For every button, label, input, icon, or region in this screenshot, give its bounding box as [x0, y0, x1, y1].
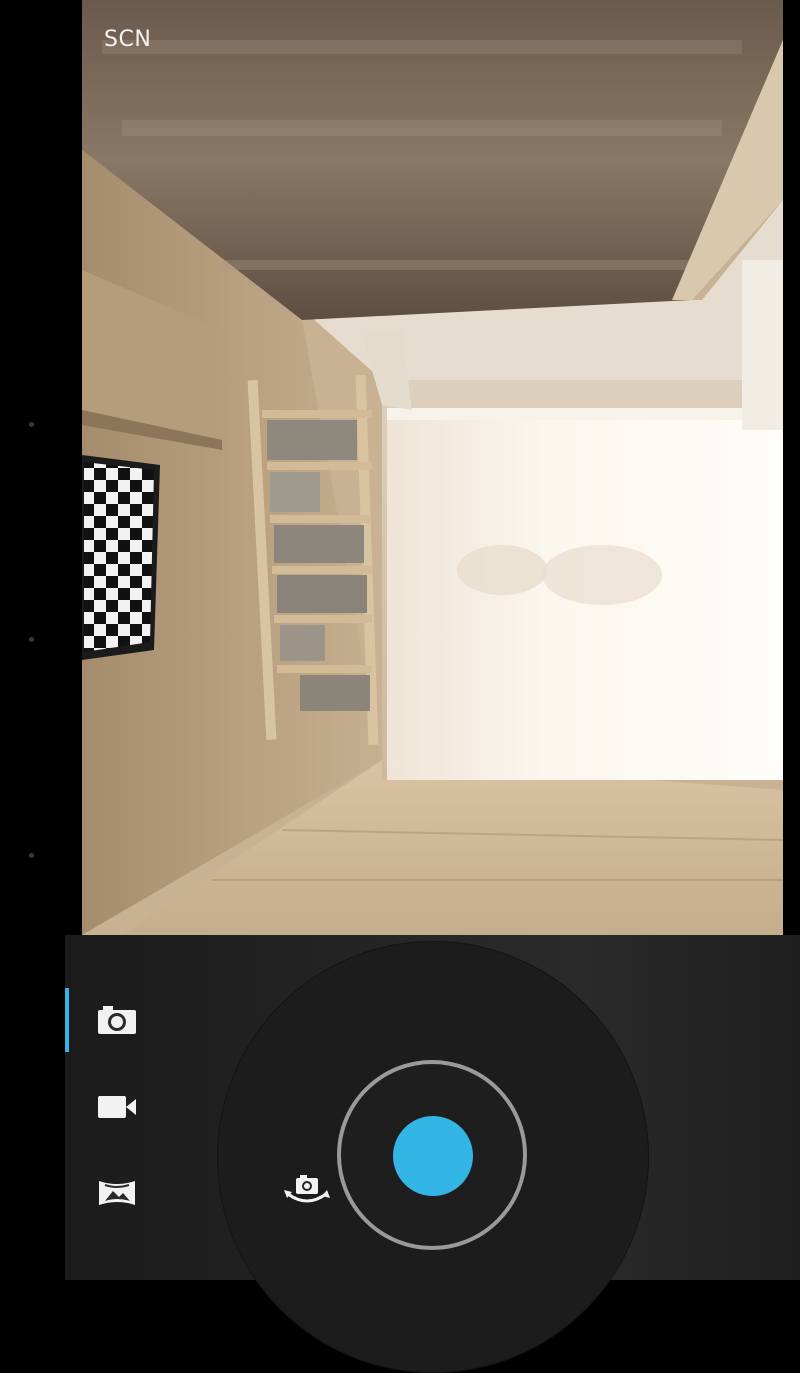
control-panel — [65, 935, 800, 1373]
photo-mode-button[interactable] — [91, 998, 143, 1042]
video-mode-button[interactable] — [91, 1085, 143, 1129]
scene-mode-label[interactable]: SCN — [104, 27, 151, 52]
camera-viewfinder[interactable]: SCN — [82, 0, 783, 935]
video-camera-icon — [98, 1096, 136, 1118]
nav-dot — [29, 422, 34, 427]
left-system-strip — [0, 0, 82, 935]
right-edge-strip — [783, 0, 800, 935]
panorama-icon — [99, 1181, 135, 1205]
panorama-mode-button[interactable] — [91, 1171, 143, 1215]
camera-icon — [98, 1006, 136, 1034]
switch-camera-button[interactable] — [279, 1171, 335, 1211]
shutter-button[interactable] — [393, 1116, 473, 1196]
switch-camera-icon — [284, 1175, 330, 1203]
camera-preview-image — [82, 0, 783, 935]
selected-mode-indicator — [65, 988, 69, 1052]
nav-dot — [29, 853, 34, 858]
nav-dot — [29, 637, 34, 642]
camera-control-bar — [0, 935, 800, 1373]
